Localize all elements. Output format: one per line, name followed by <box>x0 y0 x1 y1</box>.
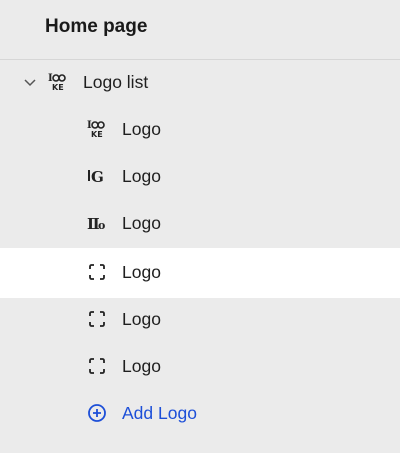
tree-item-label: Logo <box>122 213 161 233</box>
tree-item-label: Logo list <box>83 72 149 92</box>
tree-item-label: Logo <box>122 119 161 139</box>
logo-image-icon: G <box>86 165 108 187</box>
chevron-down-icon[interactable] <box>22 74 38 90</box>
svg-text:KE: KE <box>91 130 103 139</box>
logo-image-icon: Ⅱ o <box>86 212 108 234</box>
tree-item-logo[interactable]: Logo <box>0 248 400 298</box>
image-placeholder-icon <box>86 355 108 377</box>
tree-item-logo[interactable]: G Logo <box>0 153 400 200</box>
page-title: Home page <box>45 16 148 37</box>
page-header: Home page <box>0 0 400 60</box>
tree-item-label: Logo <box>122 356 161 376</box>
svg-text:KE: KE <box>52 83 64 92</box>
tree-item-logo[interactable]: Logo <box>0 296 400 343</box>
tree-item-logo[interactable]: Ⅱ o Logo <box>0 200 400 247</box>
logo-image-icon: I KE <box>47 71 69 93</box>
image-placeholder-icon <box>86 261 108 283</box>
plus-circle-icon <box>86 402 108 424</box>
tree-item-label: Logo <box>122 262 161 282</box>
tree-item-logo[interactable]: I KE Logo <box>0 106 400 153</box>
tree-item-label: Logo <box>122 309 161 329</box>
tree-item-logo[interactable]: Logo <box>0 343 400 390</box>
tree-item-label: Logo <box>122 166 161 186</box>
svg-text:o: o <box>98 219 105 232</box>
add-logo-button[interactable]: Add Logo <box>0 390 400 437</box>
svg-text:G: G <box>91 168 104 186</box>
image-placeholder-icon <box>86 308 108 330</box>
tree-item-logo-list[interactable]: I KE Logo list <box>0 59 400 106</box>
logo-image-icon: I KE <box>86 118 108 140</box>
add-logo-label: Add Logo <box>122 403 197 423</box>
